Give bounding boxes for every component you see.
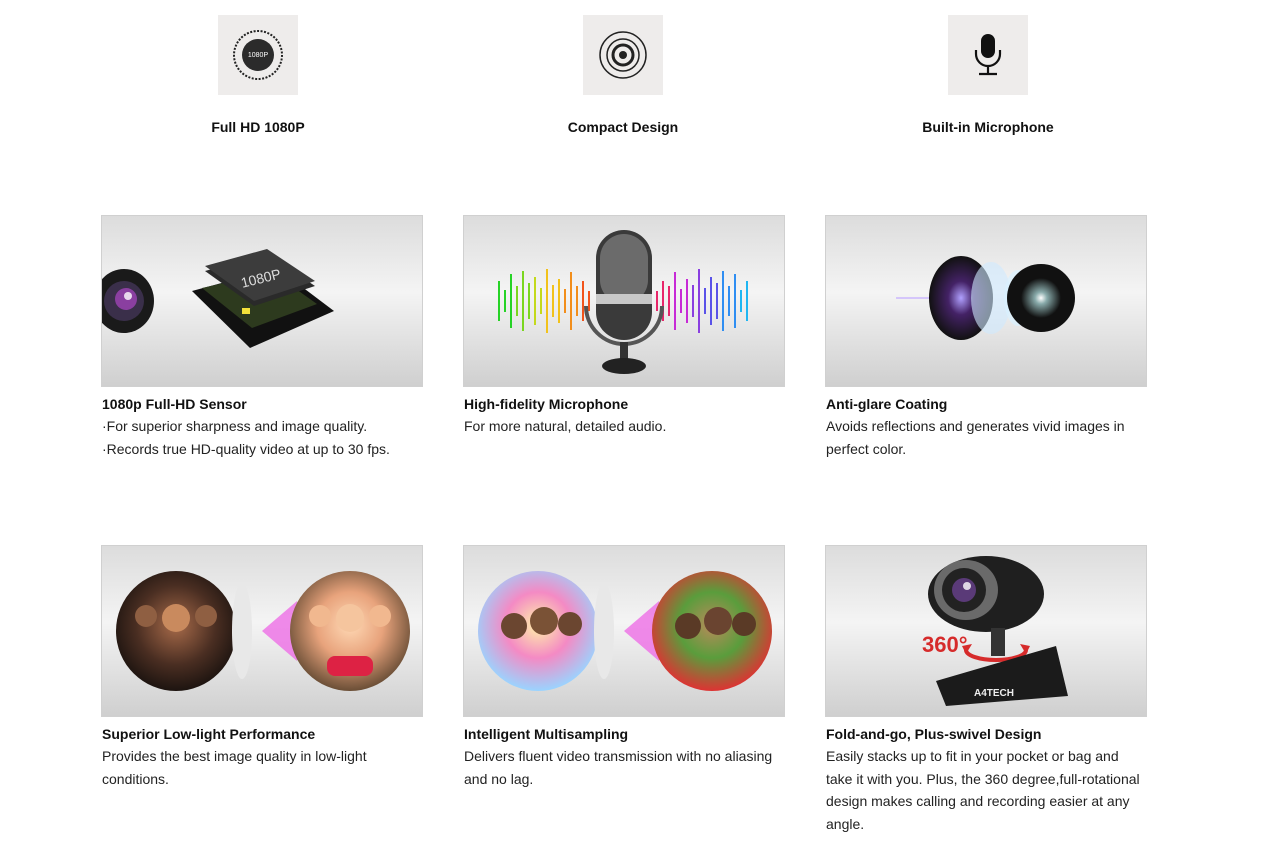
waveform-bar <box>588 291 590 311</box>
1080p-badge-icon: 1080P <box>233 30 283 80</box>
card-multisampling: Intelligent Multisampling Delivers fluen… <box>463 545 785 790</box>
card-fold-and-go: A4TECH 360° Fold-and-go, Plus-swivel Des… <box>825 545 1147 835</box>
waveform-bar <box>728 286 730 316</box>
card-microphone: High-fidelity Microphone For more natura… <box>463 215 785 438</box>
feature-full-hd: 1080P Full HD 1080P <box>158 15 358 135</box>
waveform-bar <box>698 269 700 333</box>
card-sensor: 1080P 1080p Full-HD Sensor ·For superior… <box>101 215 423 460</box>
waveform-bar <box>704 288 706 314</box>
waveform-bar <box>668 286 670 316</box>
waveform-bar <box>498 281 500 321</box>
card-title: Intelligent Multisampling <box>464 726 629 742</box>
waveform-bar <box>522 271 524 331</box>
card-low-light: Superior Low-light Performance Provides … <box>101 545 423 790</box>
card-anti-glare: Anti-glare Coating Avoids reflections an… <box>825 215 1147 460</box>
waveform-bar <box>582 281 584 321</box>
card-description: ·For superior sharpness and image qualit… <box>101 415 423 460</box>
description-line: take it with you. Plus, the 360 degree,f… <box>826 770 1140 787</box>
svg-text:A4TECH: A4TECH <box>974 688 1014 699</box>
waveform-bar <box>516 286 518 316</box>
sensor-chip-image: 1080P <box>101 215 423 387</box>
webcam-swivel-image: A4TECH 360° <box>825 545 1147 717</box>
card-title: Fold-and-go, Plus-swivel Design <box>826 726 1042 742</box>
card-title: High-fidelity Microphone <box>464 396 629 412</box>
description-line: design makes calling and recording easie… <box>826 793 1130 809</box>
waveform-bar <box>740 290 742 312</box>
waveform-bar <box>504 290 506 312</box>
camera-lens-icon <box>599 31 647 79</box>
description-line: conditions. <box>102 770 169 787</box>
feature-label: Compact Design <box>567 119 679 135</box>
waveform-bar <box>722 271 724 331</box>
feature-label: Built-in Microphone <box>922 119 1054 135</box>
waveform-bar <box>576 286 578 316</box>
feature-compact-design: Compact Design <box>523 15 723 135</box>
waveform-bar <box>540 288 542 314</box>
svg-text:1080P: 1080P <box>248 52 269 59</box>
description-line: ·For superior sharpness and image qualit… <box>102 418 368 434</box>
description-line: For more natural, detailed audio. <box>464 418 667 434</box>
description-line: perfect color. <box>826 440 907 457</box>
waveform-bar <box>686 279 688 323</box>
description-line: Easily stacks up to fit in your pocket o… <box>826 748 1119 764</box>
card-description: Delivers fluent video transmission with … <box>463 745 785 790</box>
feature-icon-box <box>583 15 663 95</box>
card-title: Anti-glare Coating <box>826 396 948 412</box>
waveform-bar <box>558 279 560 323</box>
card-title: Superior Low-light Performance <box>102 726 316 742</box>
children-multisampling-image <box>463 545 785 717</box>
waveform-bar <box>680 289 682 313</box>
card-description: Easily stacks up to fit in your pocket o… <box>825 745 1147 835</box>
waveform-bar <box>546 269 548 333</box>
studio-microphone-image <box>463 215 785 387</box>
microphone-icon <box>974 34 1002 76</box>
waveform-bar <box>570 272 572 330</box>
card-title: 1080p Full-HD Sensor <box>102 396 247 412</box>
waveform-bar <box>528 283 530 319</box>
description-line: Delivers fluent video transmission with … <box>464 748 773 764</box>
waveform-bar <box>716 283 718 319</box>
svg-text:360°: 360° <box>922 632 968 657</box>
waveform-bar <box>710 277 712 325</box>
card-description: Provides the best image quality in low-l… <box>101 745 423 790</box>
description-line: and no lag. <box>464 770 534 787</box>
children-lowlight-image <box>101 545 423 717</box>
feature-icon-box: 1080P <box>218 15 298 95</box>
feature-label: Full HD 1080P <box>211 119 305 135</box>
waveform-bar <box>734 274 736 328</box>
waveform-bar <box>552 285 554 317</box>
description-line: ·Records true HD-quality video at up to … <box>102 440 390 457</box>
lens-elements-image <box>825 215 1147 387</box>
description-line: Provides the best image quality in low-l… <box>102 748 367 764</box>
waveform-bar <box>534 277 536 325</box>
waveform-bar <box>656 291 658 311</box>
feature-built-in-microphone: Built-in Microphone <box>888 15 1088 135</box>
description-line: Avoids reflections and generates vivid i… <box>826 418 1125 434</box>
description-line: angle. <box>826 815 865 832</box>
waveform-bar <box>692 285 694 317</box>
waveform-bar <box>510 274 512 328</box>
card-description: For more natural, detailed audio. <box>463 415 785 438</box>
feature-icon-box <box>948 15 1028 95</box>
card-description: Avoids reflections and generates vivid i… <box>825 415 1147 460</box>
waveform-bar <box>746 281 748 321</box>
waveform-bar <box>674 272 676 330</box>
waveform-bar <box>564 289 566 313</box>
